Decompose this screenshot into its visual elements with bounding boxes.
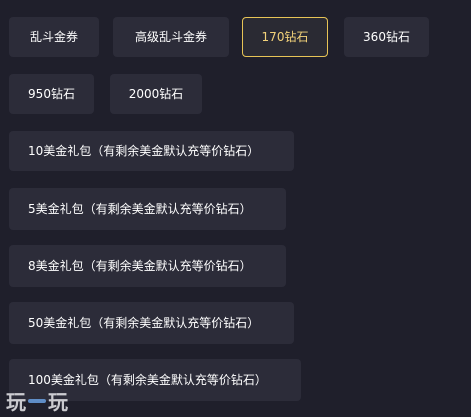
watermark-right-char: 玩 [48, 390, 68, 414]
watermark-logo: 玩 玩 [6, 386, 68, 415]
option-50-usd-pack[interactable]: 50美金礼包（有剩余美金默认充等价钻石） [9, 302, 294, 344]
option-10-usd-pack[interactable]: 10美金礼包（有剩余美金默认充等价钻石） [9, 131, 294, 171]
watermark-dash [28, 398, 46, 403]
option-premium-luandou-voucher[interactable]: 高级乱斗金券 [113, 17, 229, 57]
watermark-left-char: 玩 [6, 390, 26, 414]
option-luandou-voucher[interactable]: 乱斗金券 [9, 17, 99, 57]
option-360-diamonds[interactable]: 360钻石 [344, 17, 429, 57]
option-8-usd-pack[interactable]: 8美金礼包（有剩余美金默认充等价钻石） [9, 245, 286, 287]
option-5-usd-pack[interactable]: 5美金礼包（有剩余美金默认充等价钻石） [9, 188, 286, 230]
option-2000-diamonds[interactable]: 2000钻石 [110, 74, 202, 114]
option-170-diamonds[interactable]: 170钻石 [242, 17, 328, 57]
option-950-diamonds[interactable]: 950钻石 [9, 74, 94, 114]
